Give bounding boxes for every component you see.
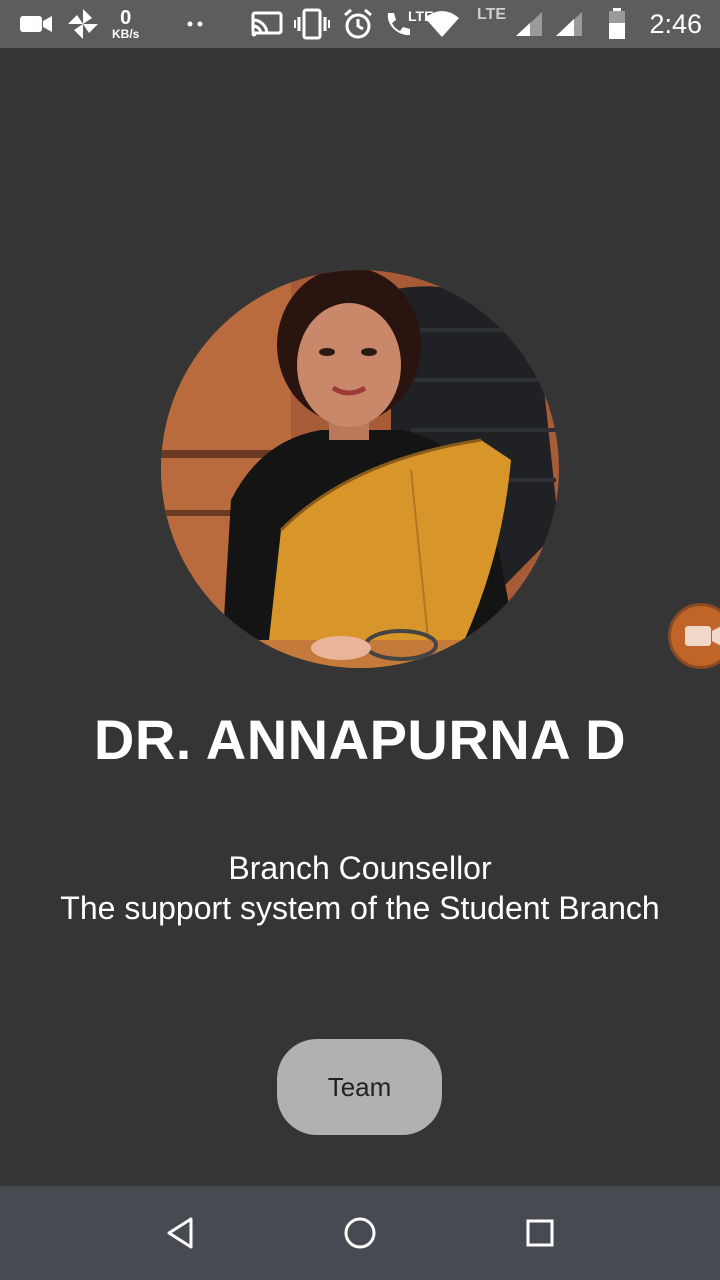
back-icon[interactable] bbox=[140, 1186, 220, 1280]
profile-role: Branch Counsellor bbox=[228, 850, 492, 886]
lte-label-2-wrap: LTE bbox=[477, 0, 506, 48]
signal-icon bbox=[554, 0, 584, 48]
cast-icon bbox=[250, 0, 284, 48]
vibrate-icon bbox=[294, 0, 330, 48]
wifi-icon bbox=[424, 0, 460, 48]
pinwheel-icon bbox=[66, 0, 100, 48]
recents-icon[interactable] bbox=[500, 1186, 580, 1280]
net-speed-value: 0 bbox=[120, 7, 132, 29]
signal-icon bbox=[514, 0, 544, 48]
video-camera-icon bbox=[685, 626, 720, 646]
floating-video-button[interactable] bbox=[668, 603, 720, 669]
battery-icon bbox=[607, 0, 627, 48]
team-button[interactable]: Team bbox=[277, 1039, 442, 1135]
net-speed-unit: KB/s bbox=[112, 27, 140, 41]
profile-name: DR. ANNAPURNA D bbox=[93, 708, 627, 771]
clock: 2:46 bbox=[649, 8, 702, 39]
alarm-icon bbox=[342, 0, 374, 48]
navigation-bar bbox=[0, 1186, 720, 1280]
lte-label-2: LTE bbox=[477, 6, 507, 23]
profile-photo bbox=[161, 270, 559, 668]
more-dots-icon bbox=[186, 0, 206, 48]
home-icon[interactable] bbox=[320, 1186, 400, 1280]
video-camera-icon bbox=[18, 0, 54, 48]
net-speed: 0 KB/s bbox=[112, 0, 139, 48]
status-bar: 0 KB/s LTE LTE 2:46 bbox=[0, 0, 720, 48]
profile-description: The support system of the Student Branch bbox=[60, 890, 660, 926]
